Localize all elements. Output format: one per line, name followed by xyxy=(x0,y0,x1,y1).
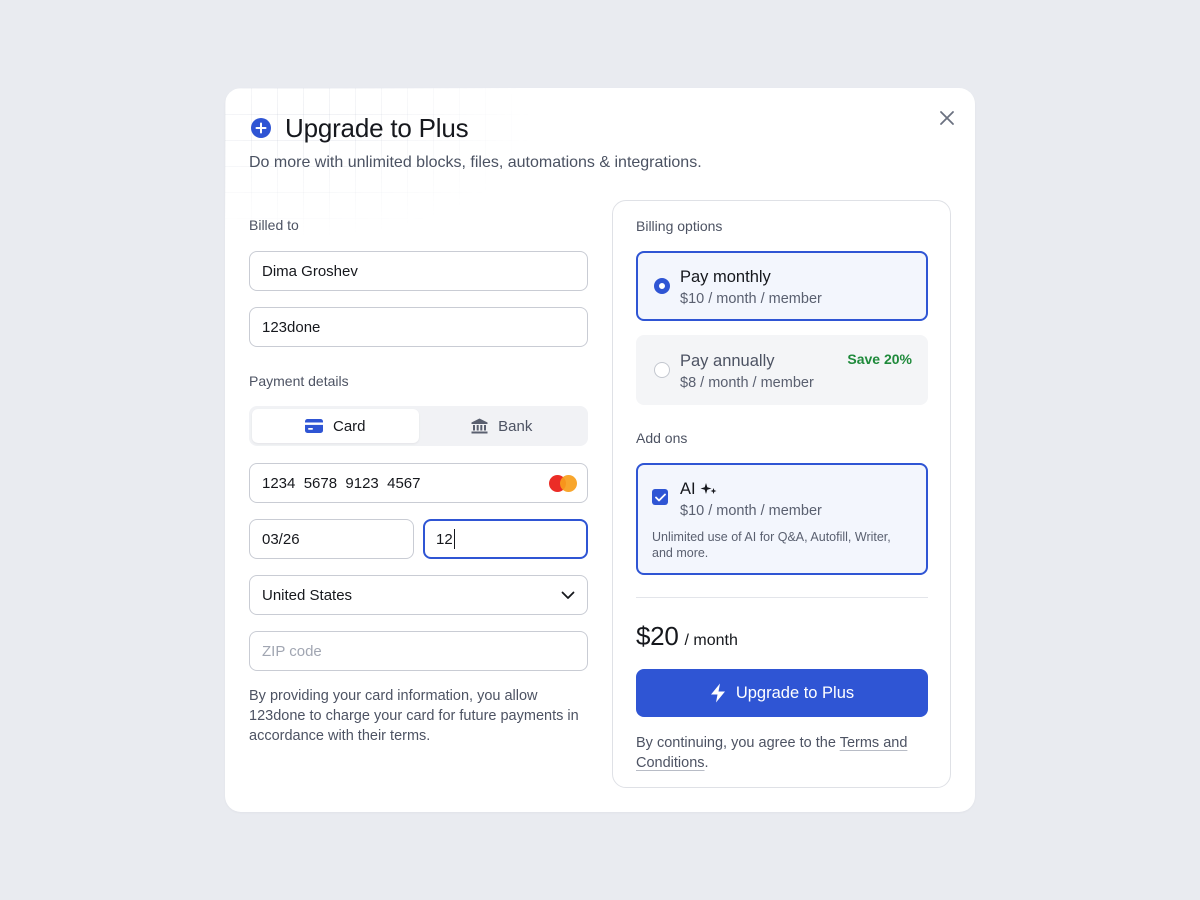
mastercard-icon xyxy=(549,475,577,492)
tab-bank-label: Bank xyxy=(498,417,533,435)
tab-bank[interactable]: Bank xyxy=(419,409,586,443)
ai-price: $10 / month / member xyxy=(680,503,822,519)
credit-card-icon xyxy=(304,419,323,433)
payment-details-label: Payment details xyxy=(249,373,349,389)
upgrade-button[interactable]: Upgrade to Plus xyxy=(636,669,928,717)
expiry-field[interactable]: 03/26 xyxy=(249,519,414,559)
billed-to-label: Billed to xyxy=(249,217,299,233)
terms-suffix: . xyxy=(704,755,709,771)
ai-title-row: AI xyxy=(680,479,718,499)
pay-monthly-price: $10 / month / member xyxy=(680,291,822,307)
dialog-subtitle: Do more with unlimited blocks, files, au… xyxy=(249,154,702,171)
zip-field[interactable]: ZIP code xyxy=(249,631,588,671)
radio-pay-monthly[interactable] xyxy=(654,278,670,294)
tab-card[interactable]: Card xyxy=(252,409,419,443)
ai-title: AI xyxy=(680,480,696,498)
lightning-icon xyxy=(710,683,725,703)
total-price: $20 / month xyxy=(636,621,738,652)
cvc-field[interactable]: 12 xyxy=(423,519,588,559)
card-legal-text: By providing your card information, you … xyxy=(249,688,579,744)
terms-notice: By continuing, you agree to the Terms an… xyxy=(636,733,928,773)
pay-annually-title: Pay annually xyxy=(680,352,775,370)
billing-options-label: Billing options xyxy=(636,218,723,234)
ai-checkbox[interactable] xyxy=(652,489,668,505)
close-icon xyxy=(940,111,954,125)
bank-icon xyxy=(471,418,488,434)
country-select[interactable]: United States xyxy=(249,575,588,615)
divider xyxy=(636,597,928,598)
company-field-value: 123done xyxy=(262,318,321,336)
sparkles-icon xyxy=(700,483,717,494)
plus-circle-icon xyxy=(249,116,273,140)
company-field[interactable]: 123done xyxy=(249,307,588,347)
total-period: / month xyxy=(684,632,738,649)
country-value: United States xyxy=(262,586,353,604)
name-field[interactable]: Dima Groshev xyxy=(249,251,588,291)
card-number-value: 1234 5678 9123 4567 xyxy=(262,474,421,492)
upgrade-button-label: Upgrade to Plus xyxy=(735,683,855,702)
tab-card-label: Card xyxy=(332,417,366,435)
cvc-value: 12 xyxy=(436,530,453,548)
addon-ai[interactable]: AI $10 / month / member Unlimited use of… xyxy=(636,463,928,575)
save-badge: Save 20% xyxy=(847,351,912,367)
name-field-value: Dima Groshev xyxy=(262,262,358,280)
zip-placeholder: ZIP code xyxy=(262,642,322,660)
expiry-value: 03/26 xyxy=(262,530,300,548)
chevron-down-icon xyxy=(561,591,575,600)
pay-annually-price: $8 / month / member xyxy=(680,375,814,391)
check-icon xyxy=(654,493,666,501)
option-pay-annually[interactable]: Pay annually $8 / month / member Save 20… xyxy=(636,335,928,405)
card-number-field[interactable]: 1234 5678 9123 4567 xyxy=(249,463,588,503)
pay-monthly-title: Pay monthly xyxy=(680,268,771,286)
option-pay-monthly[interactable]: Pay monthly $10 / month / member xyxy=(636,251,928,321)
upgrade-dialog: Upgrade to Plus Do more with unlimited b… xyxy=(225,88,975,812)
close-button[interactable] xyxy=(935,106,959,130)
payment-method-tabs: Card Bank xyxy=(249,406,588,446)
radio-pay-annually[interactable] xyxy=(654,362,670,378)
text-caret xyxy=(453,529,455,549)
billing-panel: Billing options Pay monthly $10 / month … xyxy=(612,200,951,788)
total-amount: $20 xyxy=(636,621,679,651)
dialog-title: Upgrade to Plus xyxy=(285,113,469,143)
add-ons-label: Add ons xyxy=(636,430,688,446)
terms-prefix: By continuing, you agree to the xyxy=(636,735,840,751)
ai-description: Unlimited use of AI for Q&A, Autofill, W… xyxy=(652,530,891,560)
